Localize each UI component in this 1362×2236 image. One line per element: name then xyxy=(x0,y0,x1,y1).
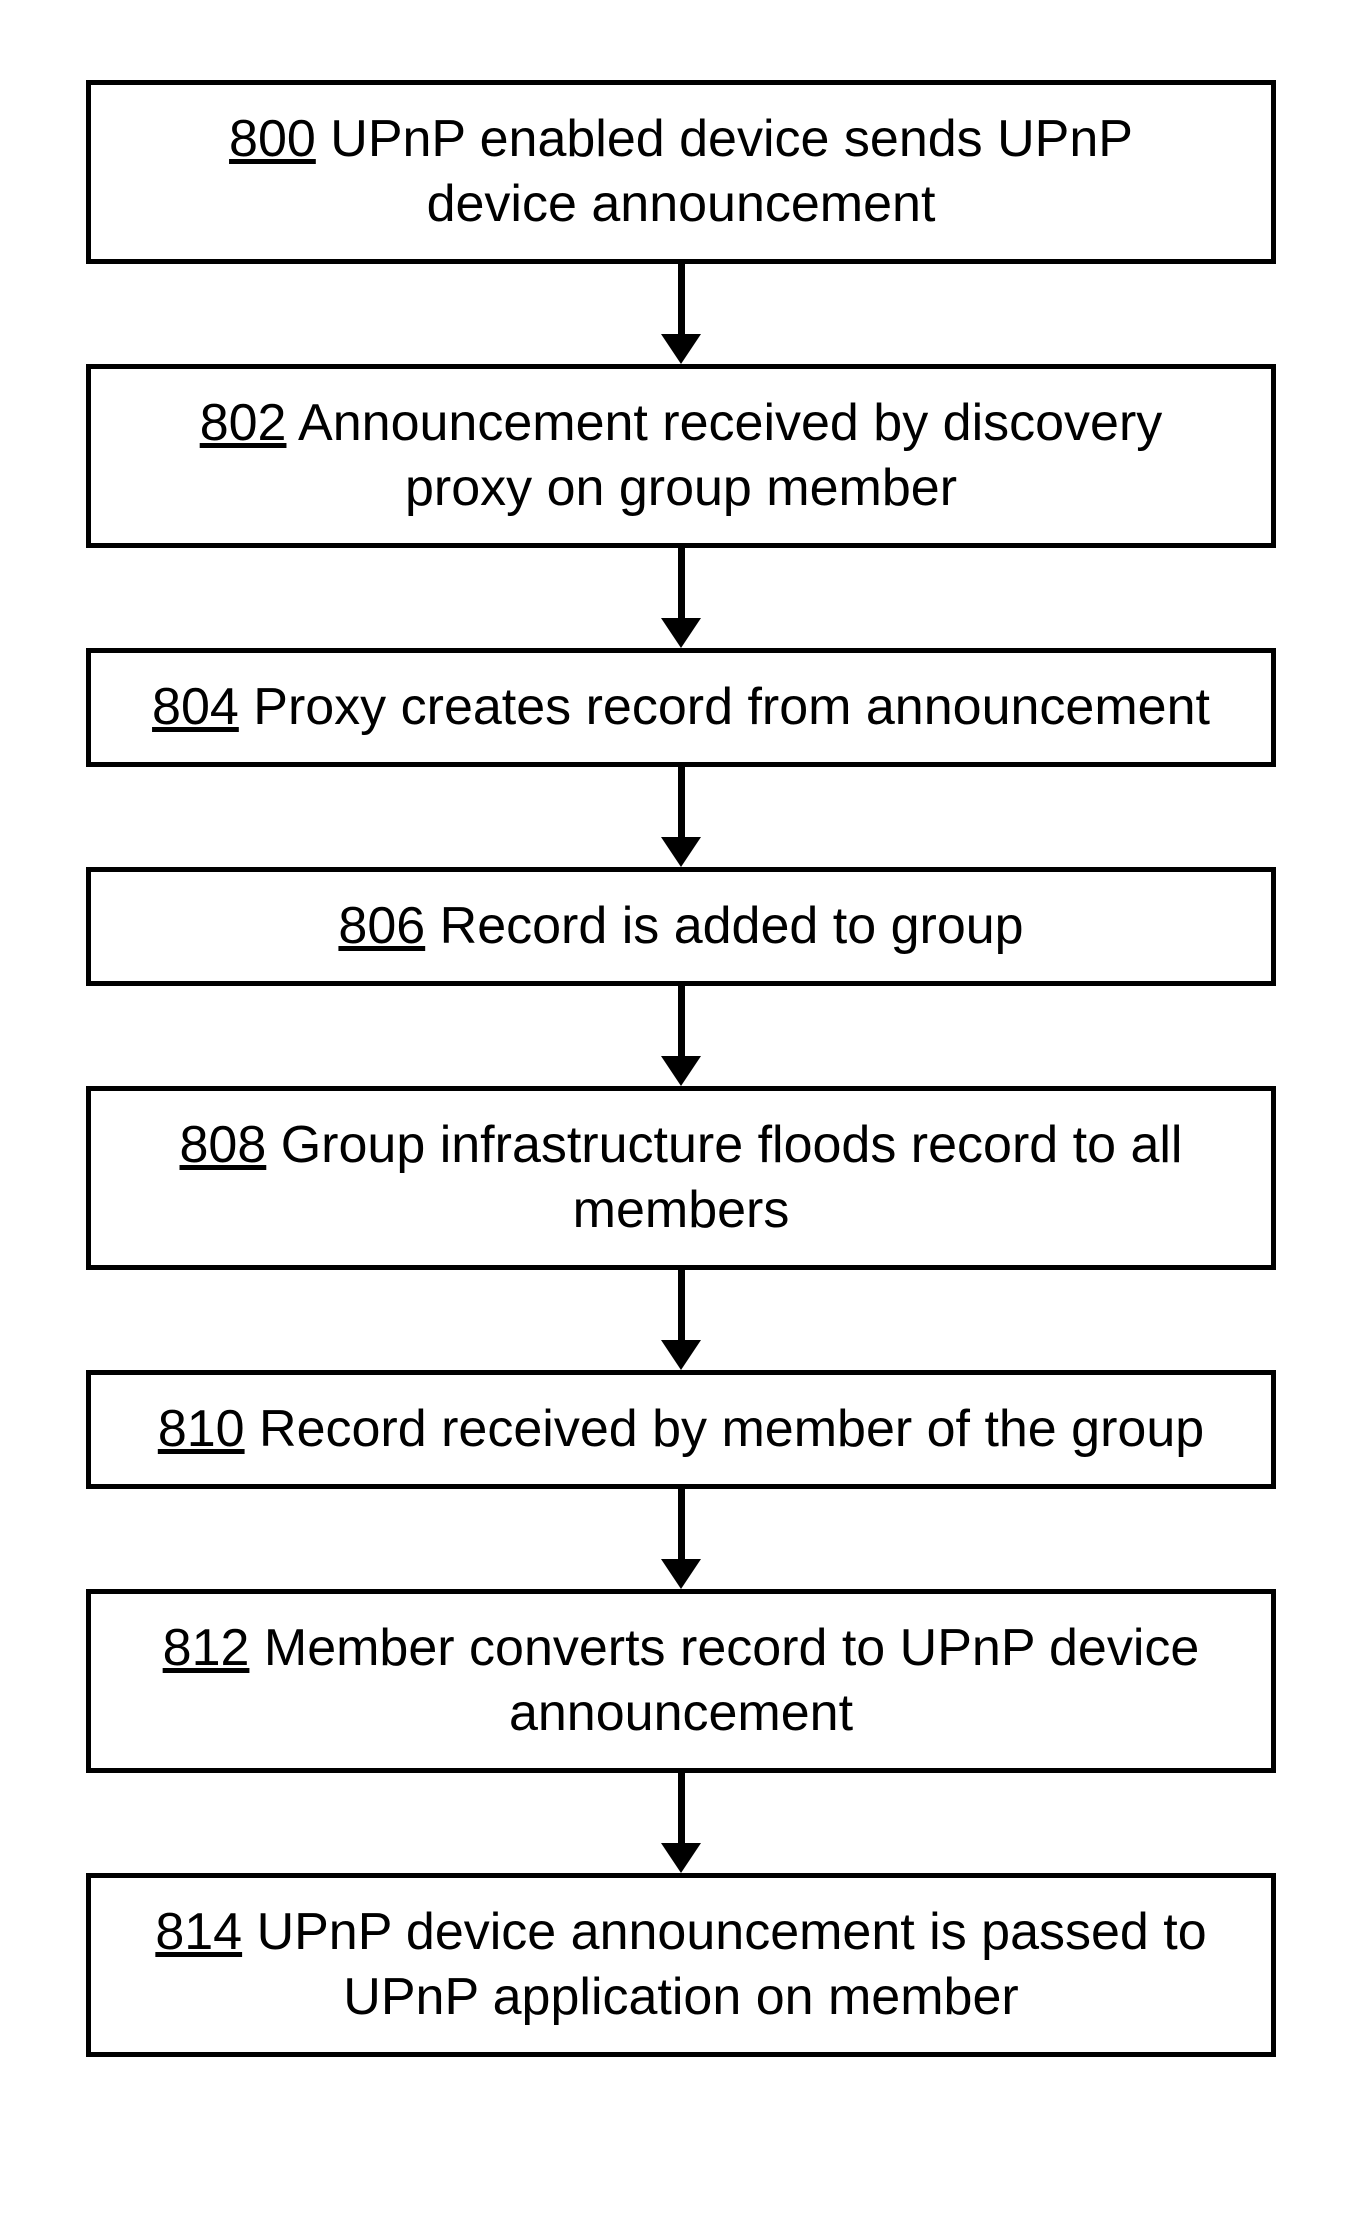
arrow-icon xyxy=(661,548,701,648)
step-text: Group infrastructure floods record to al… xyxy=(281,1116,1183,1239)
step-text: Proxy creates record from announcement xyxy=(253,678,1210,736)
step-text: UPnP enabled device sends UPnP device an… xyxy=(330,110,1133,233)
step-number: 806 xyxy=(338,897,425,955)
step-text: Record received by member of the group xyxy=(259,1400,1204,1458)
step-text: Record is added to group xyxy=(440,897,1024,955)
flow-step-812: 812 Member converts record to UPnP devic… xyxy=(86,1589,1276,1773)
step-text: UPnP device announcement is passed to UP… xyxy=(257,1903,1207,2026)
flow-step-806: 806 Record is added to group xyxy=(86,867,1276,986)
flow-step-808: 808 Group infrastructure floods record t… xyxy=(86,1086,1276,1270)
step-text: Member converts record to UPnP device an… xyxy=(264,1619,1199,1742)
arrow-icon xyxy=(661,1773,701,1873)
arrow-icon xyxy=(661,264,701,364)
flow-step-800: 800 UPnP enabled device sends UPnP devic… xyxy=(86,80,1276,264)
arrow-icon xyxy=(661,986,701,1086)
step-text: Announcement received by discovery proxy… xyxy=(298,394,1162,517)
step-number: 810 xyxy=(158,1400,245,1458)
flowchart-container: 800 UPnP enabled device sends UPnP devic… xyxy=(0,0,1362,2137)
step-number: 814 xyxy=(155,1903,242,1961)
step-number: 802 xyxy=(200,394,287,452)
step-number: 812 xyxy=(163,1619,250,1677)
step-number: 808 xyxy=(180,1116,267,1174)
flow-step-802: 802 Announcement received by discovery p… xyxy=(86,364,1276,548)
step-number: 804 xyxy=(152,678,239,736)
step-number: 800 xyxy=(229,110,316,168)
arrow-icon xyxy=(661,767,701,867)
flow-step-810: 810 Record received by member of the gro… xyxy=(86,1370,1276,1489)
flow-step-814: 814 UPnP device announcement is passed t… xyxy=(86,1873,1276,2057)
arrow-icon xyxy=(661,1270,701,1370)
flow-step-804: 804 Proxy creates record from announceme… xyxy=(86,648,1276,767)
arrow-icon xyxy=(661,1489,701,1589)
